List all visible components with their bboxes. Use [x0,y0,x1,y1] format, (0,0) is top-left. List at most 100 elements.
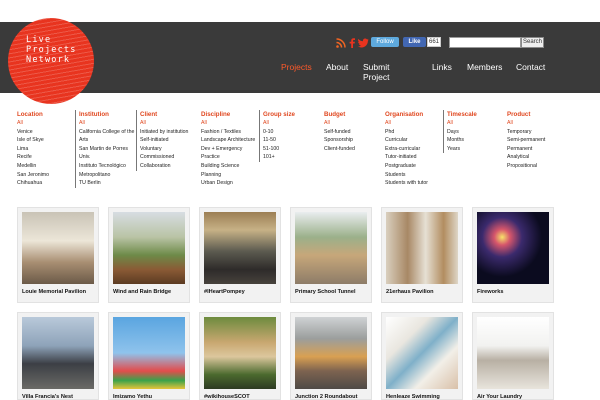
project-tile[interactable]: Louie Memorial Pavilion [17,207,99,303]
filter-option[interactable]: Fashion / Textiles [201,128,255,137]
filter-option[interactable]: Extra-curricular [385,145,428,154]
filter-heading: Group size [263,111,295,118]
filter-option[interactable]: Commissioned [140,153,188,162]
filter-option[interactable]: Dev + Emergency [201,145,255,154]
filter-option[interactable]: Tutor-initiated [385,153,428,162]
filter-option[interactable]: Instituto Tecnológico [79,162,134,171]
search-button[interactable]: Search [521,37,544,48]
filter-discipline: Discipline All Fashion / Textiles Landscape… [201,110,255,188]
filter-option-all[interactable]: All [447,119,477,128]
search-input[interactable] [449,37,521,48]
filter-option[interactable]: Practice [201,153,255,162]
filter-option[interactable]: 51-100 [263,145,295,154]
filter-option[interactable]: TU Berlin [79,179,134,188]
filter-option-all[interactable]: All [385,119,428,128]
filter-option[interactable]: Landscape Architecture [201,136,255,145]
filter-option[interactable]: Days [447,128,477,137]
filter-institution: Institution All California College of the A… [75,110,134,188]
project-tile[interactable]: Henleaze Swimming [381,312,463,400]
rss-icon[interactable] [336,38,346,48]
like-count: 661 [427,37,441,47]
filter-option[interactable]: 11-50 [263,136,295,145]
filter-heading: Client [140,111,158,118]
filter-option[interactable]: Self-funded [324,128,355,137]
filter-option[interactable]: San Martin de Porres [79,145,134,154]
filter-option[interactable]: Planning [201,171,255,180]
project-tile[interactable]: Air Your Laundry [472,312,554,400]
twitter-icon[interactable] [358,38,369,48]
filter-option[interactable]: Urban Design [201,179,255,188]
filter-heading: Product [507,111,531,118]
filter-option[interactable]: Semi-permanent [507,136,545,145]
filter-option[interactable]: 0-10 [263,128,295,137]
nav-projects[interactable]: Projects [281,62,312,72]
filter-option[interactable]: Metropolitano [79,171,134,180]
nav-members[interactable]: Members [467,62,502,72]
filter-option[interactable]: Sponsorship [324,136,355,145]
wikihouse-photo [204,317,276,389]
filter-option[interactable]: Temporary [507,128,545,137]
filter-option[interactable]: Months [447,136,477,145]
project-tile[interactable]: #wikihouseSCOT [199,312,281,400]
filter-option-all[interactable]: All [17,119,49,128]
project-tile[interactable]: Primary School Tunnel [290,207,372,303]
facebook-icon[interactable] [348,38,356,48]
filter-option[interactable]: Propositional [507,162,545,171]
filter-option[interactable]: Self-initiated [140,136,188,145]
filter-option[interactable]: Permanent [507,145,545,154]
filter-option[interactable]: Chihuahua [17,179,49,188]
filter-option-all[interactable]: All [79,119,134,128]
filter-option[interactable]: Lima [17,145,49,154]
filter-option[interactable]: Arts [79,136,134,145]
project-tile[interactable]: 21erhaus Pavilion [381,207,463,303]
filter-option[interactable]: Years [447,145,477,154]
project-tile[interactable]: Imizamo Yethu [108,312,190,400]
filter-option[interactable]: Venice [17,128,49,137]
laundry-photo [477,317,549,389]
filter-option-all[interactable]: All [324,119,355,128]
filter-option-all[interactable]: All [263,119,295,128]
roundabout-photo [295,317,367,389]
filter-option[interactable]: Analytical [507,153,545,162]
filter-option[interactable]: Phd [385,128,428,137]
structure-photo [22,317,94,389]
filter-option-all[interactable]: All [201,119,255,128]
nav-submit-project[interactable]: Submit Project [363,62,389,82]
filter-option[interactable]: Recife [17,153,49,162]
follow-label: Follow [376,39,394,45]
filter-option[interactable]: San Jeronimo [17,171,49,180]
filter-option[interactable]: Voluntary [140,145,188,154]
project-tile[interactable]: Fireworks [472,207,554,303]
nav-about[interactable]: About [326,62,348,72]
filter-option-all[interactable]: All [140,119,188,128]
nav-links[interactable]: Links [432,62,452,72]
filter-option[interactable]: Building Science [201,162,255,171]
twitter-follow-button[interactable]: Follow [371,37,399,47]
filter-option[interactable]: Curricular [385,136,428,145]
filter-option[interactable]: Medellin [17,162,49,171]
filter-heading: Institution [79,111,109,118]
filter-heading: Timescale [447,111,477,118]
logo-line-3: Network [26,55,71,65]
project-tile[interactable]: Wind and Rain Bridge [108,207,190,303]
filter-option[interactable]: Client-funded [324,145,355,154]
filter-option[interactable]: Students [385,171,428,180]
filter-option[interactable]: Collaboration [140,162,188,171]
filter-option[interactable]: Univ. [79,153,134,162]
project-tile[interactable]: Villa Francia's Nest [17,312,99,400]
filter-heading: Organisation [385,111,424,118]
project-tile[interactable]: #IHeartPompey [199,207,281,303]
filter-option[interactable]: California College of the [79,128,134,137]
filter-option[interactable]: Initiated by institution [140,128,188,137]
filter-option[interactable]: Postgraduate [385,162,428,171]
project-title: Primary School Tunnel [295,289,356,295]
filter-option[interactable]: Isle of Skye [17,136,49,145]
group-photo [204,212,276,284]
filter-option[interactable]: Students with tutor [385,179,428,188]
nav-contact[interactable]: Contact [516,62,545,72]
site-logo[interactable]: Live Projects Network [8,18,94,104]
filter-option[interactable]: 101+ [263,153,295,162]
filter-option-all[interactable]: All [507,119,545,128]
project-tile[interactable]: Junction 2 Roundabout [290,312,372,400]
facebook-like-button[interactable]: Like [403,37,426,47]
